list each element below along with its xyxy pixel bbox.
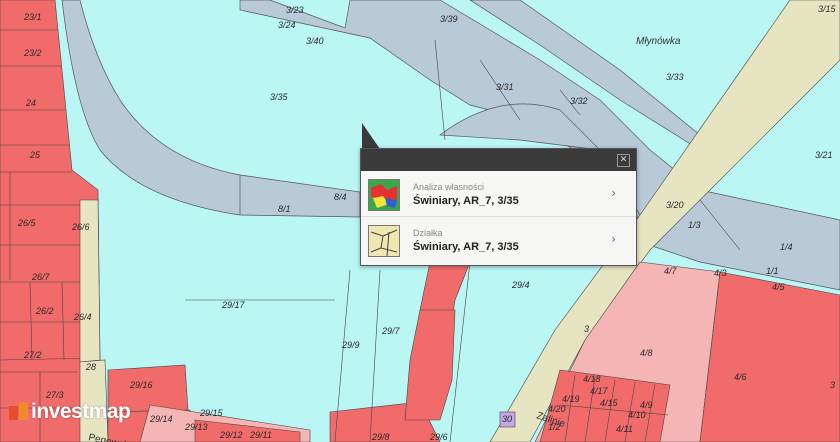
label-3-35: 3/35 xyxy=(270,92,289,102)
parcel-info-popup: ✕ Analiza własności Świniary, AR_7, 3/35… xyxy=(360,148,637,266)
label-3-33: 3/33 xyxy=(666,72,684,82)
label-4-5: 4/5 xyxy=(772,282,786,292)
label-28: 28 xyxy=(85,362,96,372)
label-4-11: 4/11 xyxy=(616,424,633,434)
label-4-6: 4/6 xyxy=(734,372,747,382)
chevron-right-icon[interactable]: › xyxy=(611,186,616,200)
label-1-4: 1/4 xyxy=(780,242,793,252)
label-29-14: 29/14 xyxy=(149,414,173,424)
label-24: 24 xyxy=(25,98,36,108)
label-29-7: 29/7 xyxy=(381,326,401,336)
close-icon[interactable]: ✕ xyxy=(617,154,630,167)
row-category-label: Analiza własności xyxy=(413,182,485,192)
label-4-3: 4/3 xyxy=(714,268,727,278)
logo-text: investmap xyxy=(31,400,131,423)
label-3-24: 3/24 xyxy=(278,20,296,30)
label-23-2: 23/2 xyxy=(23,48,42,58)
label-30: 30 xyxy=(502,414,512,424)
label-27-3: 27/3 xyxy=(45,390,64,400)
label-3-23: 3/23 xyxy=(286,5,304,15)
label-3-31: 3/31 xyxy=(496,82,514,92)
label-1-3: 1/3 xyxy=(688,220,701,230)
label-8-1: 8/1 xyxy=(278,204,291,214)
label-4-7: 4/7 xyxy=(664,266,678,276)
label-3-21: 3/21 xyxy=(815,150,833,160)
label-29-16: 29/16 xyxy=(129,380,153,390)
label-4-8: 4/8 xyxy=(640,348,653,358)
label-29-11: 29/11 xyxy=(249,430,272,440)
label-4-19: 4/19 xyxy=(562,394,580,404)
label-25: 25 xyxy=(29,150,41,160)
label-3: 3 xyxy=(584,324,589,334)
row-value-label: Świniary, AR_7, 3/35 xyxy=(413,241,519,253)
label-29-13: 29/13 xyxy=(184,422,208,432)
label-29-8: 29/8 xyxy=(371,432,390,442)
label-3-39: 3/39 xyxy=(440,14,458,24)
popup-row-parcel[interactable]: Działka Świniary, AR_7, 3/35 › xyxy=(361,217,636,262)
label-26-2: 26/2 xyxy=(35,306,54,316)
row-value-label: Świniary, AR_7, 3/35 xyxy=(413,195,519,207)
label-26-6: 26/6 xyxy=(71,222,90,232)
ownership-analysis-icon xyxy=(368,179,400,211)
label-29-6: 29/6 xyxy=(429,432,448,442)
label-3a: 3 xyxy=(830,380,835,390)
label-1-1: 1/1 xyxy=(766,266,779,276)
label-26-7: 26/7 xyxy=(31,272,51,282)
label-27-2: 27/2 xyxy=(23,350,42,360)
label-4-15: 4/15 xyxy=(600,398,619,408)
label-4-9: 4/9 xyxy=(640,400,653,410)
label-3-20: 3/20 xyxy=(666,200,684,210)
label-29-4: 29/4 xyxy=(511,280,530,290)
label-4-17: 4/17 xyxy=(590,386,609,396)
label-4-18: 4/18 xyxy=(583,374,601,384)
popup-pointer xyxy=(362,123,380,149)
label-23-1: 23/1 xyxy=(23,12,42,22)
label-4-20: 4/20 xyxy=(548,404,566,414)
popup-row-ownership[interactable]: Analiza własności Świniary, AR_7, 3/35 › xyxy=(361,171,636,217)
label-29-17: 29/17 xyxy=(221,300,246,310)
label-3-40: 3/40 xyxy=(306,36,324,46)
chevron-right-icon[interactable]: › xyxy=(611,232,616,246)
label-29-15: 29/15 xyxy=(199,408,224,418)
row-category-label: Działka xyxy=(413,228,443,238)
label-4-10: 4/10 xyxy=(628,410,646,420)
parcel-icon xyxy=(368,225,400,257)
label-3-15: 3/15 xyxy=(818,4,837,14)
label-26-4: 26/4 xyxy=(73,312,92,322)
label-26-5: 26/5 xyxy=(17,218,37,228)
popup-header: ✕ xyxy=(361,149,636,171)
street-mlynowka: Młynówka xyxy=(636,36,681,47)
label-3-32: 3/32 xyxy=(570,96,588,106)
label-8-4: 8/4 xyxy=(334,192,347,202)
label-29-9: 29/9 xyxy=(341,340,360,350)
logo-mark-icon xyxy=(9,402,28,420)
label-29-12: 29/12 xyxy=(219,430,243,440)
